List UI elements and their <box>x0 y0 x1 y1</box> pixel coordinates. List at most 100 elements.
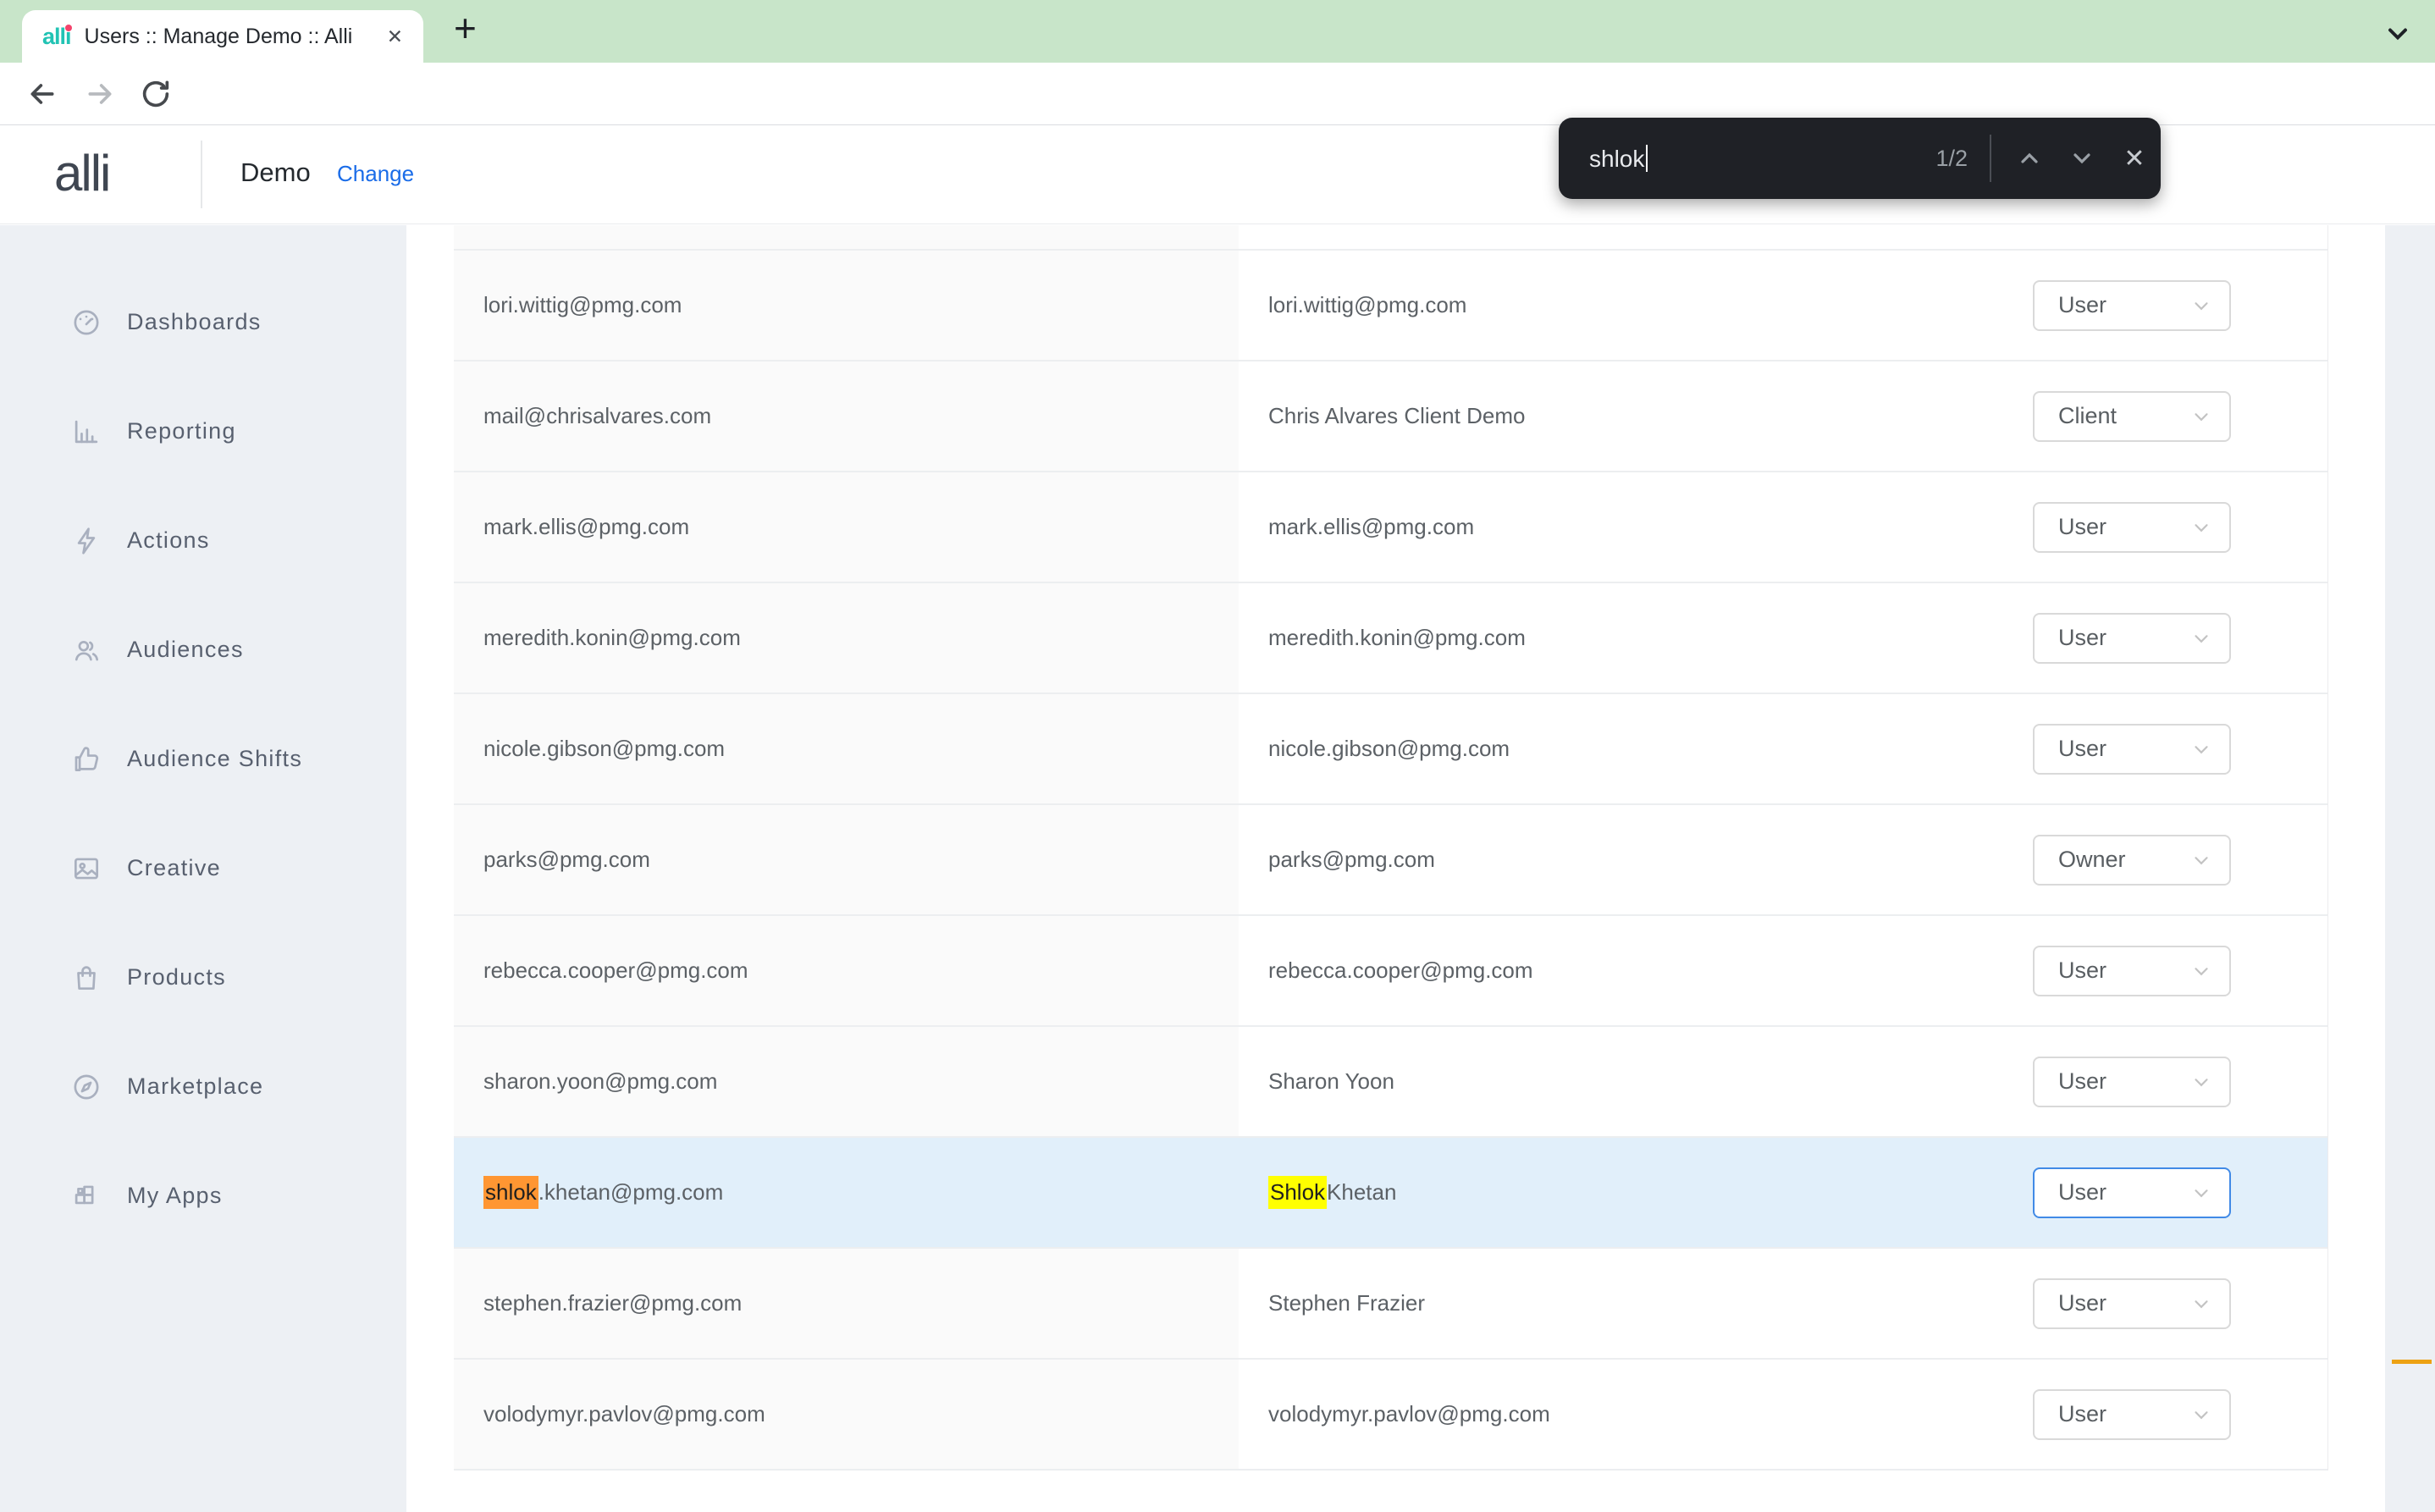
table-row: shlok.khetan@pmg.comShlok KhetanUser <box>454 1138 2327 1249</box>
find-bar-divider <box>1990 135 1991 182</box>
email-cell: sharon.yoon@pmg.com <box>454 1027 1239 1136</box>
compass-icon <box>69 1070 103 1104</box>
tab-close-icon[interactable]: ✕ <box>382 22 408 52</box>
sidebar-item-label: Marketplace <box>127 1073 263 1100</box>
find-input[interactable]: shlok <box>1589 145 1648 173</box>
browser-window: alli Users :: Manage Demo :: Alli ✕ + ap… <box>0 0 2435 1512</box>
new-tab-button[interactable]: + <box>454 5 477 51</box>
bar-chart-icon <box>69 415 103 449</box>
name-cell: volodymyr.pavlov@pmg.com <box>1239 1360 2026 1469</box>
role-dropdown[interactable]: User <box>2033 613 2231 664</box>
find-next-icon[interactable] <box>2056 132 2108 185</box>
name-cell: nicole.gibson@pmg.com <box>1239 694 2026 803</box>
role-cell: User <box>2026 1249 2327 1358</box>
table-row: rebecca.cooper@pmg.comrebecca.cooper@pmg… <box>454 916 2327 1027</box>
email-cell: lori.wittig@pmg.com <box>454 251 1239 360</box>
browser-tab[interactable]: alli Users :: Manage Demo :: Alli ✕ <box>22 10 423 63</box>
name-cell: rebecca.cooper@pmg.com <box>1239 916 2026 1025</box>
sidebar-item-label: Reporting <box>127 418 236 444</box>
sidebar-item-dashboards[interactable]: Dashboards <box>0 268 406 377</box>
find-previous-icon[interactable] <box>2003 132 2056 185</box>
name-cell: lori.wittig@pmg.com <box>1239 251 2026 360</box>
role-dropdown[interactable]: Client <box>2033 391 2231 442</box>
apps-icon <box>69 1179 103 1213</box>
people-icon <box>69 633 103 667</box>
scrollbar-gutter[interactable] <box>2385 225 2435 1512</box>
find-bar[interactable]: shlok 1/2 ✕ <box>1559 118 2161 199</box>
sidebar-item-products[interactable]: Products <box>0 923 406 1032</box>
role-dropdown[interactable]: Owner <box>2033 835 2231 886</box>
name-cell: Stephen Frazier <box>1239 1249 2026 1358</box>
chevron-down-icon <box>2190 849 2212 871</box>
name-cell: Sharon Yoon <box>1239 1027 2026 1136</box>
role-dropdown-value: User <box>2058 1290 2106 1316</box>
email-cell: meredith.konin@pmg.com <box>454 583 1239 693</box>
role-dropdown[interactable]: User <box>2033 1167 2231 1218</box>
partial-row <box>454 225 2327 251</box>
role-dropdown-value: User <box>2058 514 2106 540</box>
role-cell: Owner <box>2026 805 2327 914</box>
role-cell: User <box>2026 916 2327 1025</box>
header-divider <box>201 141 202 208</box>
email-cell: mark.ellis@pmg.com <box>454 472 1239 582</box>
role-cell: User <box>2026 251 2327 360</box>
name-cell: meredith.konin@pmg.com <box>1239 583 2026 693</box>
back-button[interactable] <box>25 77 59 111</box>
alli-logo[interactable]: alli <box>54 144 109 202</box>
role-cell: User <box>2026 583 2327 693</box>
forward-button[interactable] <box>83 77 117 111</box>
role-dropdown[interactable]: User <box>2033 1057 2231 1107</box>
email-cell: mail@chrisalvares.com <box>454 361 1239 471</box>
table-row: mail@chrisalvares.comChris Alvares Clien… <box>454 361 2327 472</box>
sidebar: Dashboards Reporting ActionsAudiencesAudie… <box>0 225 406 1512</box>
chevron-down-icon <box>2190 295 2212 317</box>
shopping-bag-icon <box>69 961 103 995</box>
role-dropdown[interactable]: User <box>2033 1389 2231 1440</box>
find-match: Shlok <box>1268 1176 1327 1209</box>
tab-strip: alli Users :: Manage Demo :: Alli ✕ + <box>0 0 2435 63</box>
role-dropdown[interactable]: User <box>2033 502 2231 553</box>
alli-favicon-icon: alli <box>42 24 71 50</box>
sidebar-item-marketplace[interactable]: Marketplace <box>0 1032 406 1141</box>
role-dropdown[interactable]: User <box>2033 724 2231 775</box>
table-row: parks@pmg.comparks@pmg.comOwner <box>454 805 2327 916</box>
tab-search-chevron-icon[interactable] <box>2383 19 2413 49</box>
role-dropdown[interactable]: User <box>2033 280 2231 331</box>
gauge-icon <box>69 306 103 339</box>
role-dropdown[interactable]: User <box>2033 1278 2231 1329</box>
sidebar-item-audience-shifts[interactable]: Audience Shifts <box>0 704 406 814</box>
table-row: sharon.yoon@pmg.comSharon Yoon User <box>454 1027 2327 1138</box>
role-dropdown[interactable]: User <box>2033 946 2231 996</box>
name-cell: Shlok Khetan <box>1239 1138 2026 1247</box>
find-match-count: 1/2 <box>1935 146 1968 172</box>
find-close-icon[interactable]: ✕ <box>2108 132 2161 185</box>
chevron-down-icon <box>2190 1182 2212 1204</box>
role-dropdown-value: User <box>2058 625 2106 651</box>
role-cell: User <box>2026 472 2327 582</box>
main-content: lori.wittig@pmg.comlori.wittig@pmg.com Us… <box>406 225 2385 1512</box>
role-dropdown-value: User <box>2058 1068 2106 1095</box>
reload-button[interactable] <box>139 77 173 111</box>
workspace-name: Demo <box>240 157 311 188</box>
email-cell: volodymyr.pavlov@pmg.com <box>454 1360 1239 1469</box>
sidebar-item-my-apps[interactable]: My Apps <box>0 1141 406 1250</box>
sidebar-item-label: Dashboards <box>127 309 262 335</box>
sidebar-item-label: Creative <box>127 855 221 881</box>
sidebar-item-creative[interactable]: Creative <box>0 814 406 923</box>
image-icon <box>69 852 103 886</box>
change-workspace-link[interactable]: Change <box>337 161 414 187</box>
email-cell: parks@pmg.com <box>454 805 1239 914</box>
email-cell: stephen.frazier@pmg.com <box>454 1249 1239 1358</box>
table-row: meredith.konin@pmg.commeredith.konin@pmg… <box>454 583 2327 694</box>
role-cell: User <box>2026 694 2327 803</box>
chevron-down-icon <box>2190 1293 2212 1315</box>
chevron-down-icon <box>2190 960 2212 982</box>
sidebar-item-audiences[interactable]: Audiences <box>0 595 406 704</box>
sidebar-item-actions[interactable]: Actions <box>0 486 406 595</box>
users-table: lori.wittig@pmg.comlori.wittig@pmg.com Us… <box>454 225 2328 1471</box>
sidebar-item-reporting[interactable]: Reporting <box>0 377 406 486</box>
table-row: nicole.gibson@pmg.comnicole.gibson@pmg.c… <box>454 694 2327 805</box>
role-dropdown-value: User <box>2058 292 2106 318</box>
role-dropdown-value: User <box>2058 736 2106 762</box>
role-cell: User <box>2026 1027 2327 1136</box>
